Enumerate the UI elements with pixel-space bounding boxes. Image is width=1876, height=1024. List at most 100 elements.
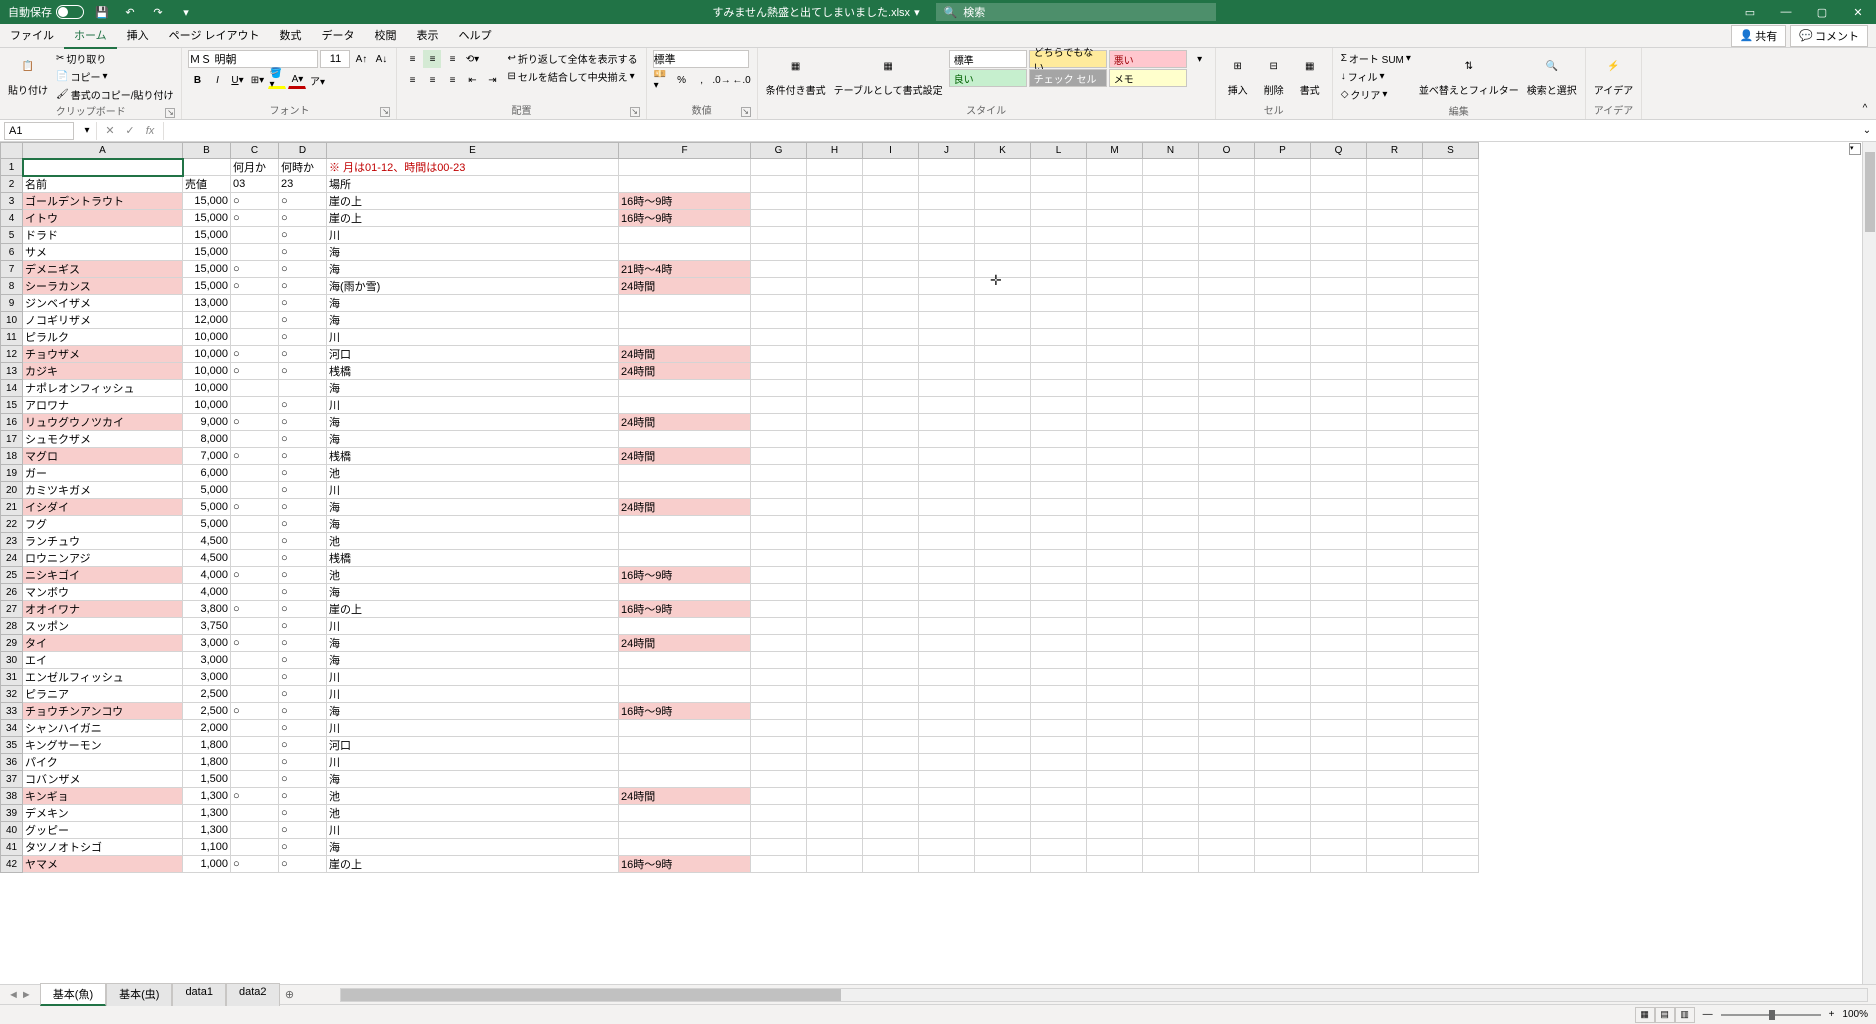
row-header-20[interactable]: 20 — [1, 482, 23, 499]
col-header-A[interactable]: A — [23, 143, 183, 159]
cell-S3[interactable] — [1423, 193, 1479, 210]
cell-C41[interactable] — [231, 839, 279, 856]
cell-F32[interactable] — [619, 686, 751, 703]
cell-S32[interactable] — [1423, 686, 1479, 703]
clear-button[interactable]: ◇クリア▾ — [1339, 86, 1413, 103]
close-icon[interactable]: ✕ — [1840, 0, 1876, 24]
cell-S10[interactable] — [1423, 312, 1479, 329]
redo-icon[interactable]: ↷ — [148, 2, 168, 22]
cell-E27[interactable]: 崖の上 — [327, 601, 619, 618]
cell-J41[interactable] — [919, 839, 975, 856]
cell-I25[interactable] — [863, 567, 919, 584]
cell-O25[interactable] — [1199, 567, 1255, 584]
cell-B3[interactable]: 15,000 — [183, 193, 231, 210]
cell-O14[interactable] — [1199, 380, 1255, 397]
cell-K10[interactable] — [975, 312, 1031, 329]
cell-F12[interactable]: 24時間 — [619, 346, 751, 363]
cell-K38[interactable] — [975, 788, 1031, 805]
cell-A19[interactable]: ガー — [23, 465, 183, 482]
cell-M29[interactable] — [1087, 635, 1143, 652]
align-right-button[interactable]: ≡ — [443, 71, 461, 89]
comma-button[interactable]: , — [693, 71, 711, 89]
cell-A37[interactable]: コバンザメ — [23, 771, 183, 788]
cell-C32[interactable] — [231, 686, 279, 703]
cell-J35[interactable] — [919, 737, 975, 754]
cell-E34[interactable]: 川 — [327, 720, 619, 737]
number-format-select[interactable] — [653, 50, 749, 68]
cell-Q9[interactable] — [1311, 295, 1367, 312]
cell-P32[interactable] — [1255, 686, 1311, 703]
cell-S38[interactable] — [1423, 788, 1479, 805]
cell-D1[interactable]: 何時か — [279, 159, 327, 176]
cell-M26[interactable] — [1087, 584, 1143, 601]
zoom-out-button[interactable]: — — [1703, 1009, 1713, 1020]
cell-M37[interactable] — [1087, 771, 1143, 788]
cell-J20[interactable] — [919, 482, 975, 499]
cell-B21[interactable]: 5,000 — [183, 499, 231, 516]
conditional-format-button[interactable]: ▦条件付き書式 — [764, 50, 828, 99]
cell-J17[interactable] — [919, 431, 975, 448]
cell-G19[interactable] — [751, 465, 807, 482]
cell-F42[interactable]: 16時～9時 — [619, 856, 751, 873]
cell-D5[interactable]: ○ — [279, 227, 327, 244]
cell-C22[interactable] — [231, 516, 279, 533]
cell-F16[interactable]: 24時間 — [619, 414, 751, 431]
cell-C25[interactable]: ○ — [231, 567, 279, 584]
cell-F25[interactable]: 16時～9時 — [619, 567, 751, 584]
cell-B31[interactable]: 3,000 — [183, 669, 231, 686]
cell-F26[interactable] — [619, 584, 751, 601]
namebox-dropdown-icon[interactable]: ▾ — [78, 122, 96, 140]
cell-O6[interactable] — [1199, 244, 1255, 261]
cell-O42[interactable] — [1199, 856, 1255, 873]
col-header-J[interactable]: J — [919, 143, 975, 159]
cell-L9[interactable] — [1031, 295, 1087, 312]
cell-L41[interactable] — [1031, 839, 1087, 856]
cell-B28[interactable]: 3,750 — [183, 618, 231, 635]
cell-O21[interactable] — [1199, 499, 1255, 516]
cell-S6[interactable] — [1423, 244, 1479, 261]
cell-S11[interactable] — [1423, 329, 1479, 346]
name-box[interactable] — [4, 122, 74, 140]
cell-Q32[interactable] — [1311, 686, 1367, 703]
cell-K42[interactable] — [975, 856, 1031, 873]
cell-G4[interactable] — [751, 210, 807, 227]
cell-D28[interactable]: ○ — [279, 618, 327, 635]
cell-E32[interactable]: 川 — [327, 686, 619, 703]
cell-S12[interactable] — [1423, 346, 1479, 363]
cell-P27[interactable] — [1255, 601, 1311, 618]
cell-N28[interactable] — [1143, 618, 1199, 635]
cell-O23[interactable] — [1199, 533, 1255, 550]
style-good[interactable]: 良い — [949, 69, 1027, 87]
cell-B4[interactable]: 15,000 — [183, 210, 231, 227]
cell-J9[interactable] — [919, 295, 975, 312]
cell-M6[interactable] — [1087, 244, 1143, 261]
cell-G37[interactable] — [751, 771, 807, 788]
cell-Q8[interactable] — [1311, 278, 1367, 295]
cell-J5[interactable] — [919, 227, 975, 244]
cell-M22[interactable] — [1087, 516, 1143, 533]
align-top-button[interactable]: ≡ — [403, 50, 421, 68]
cell-L39[interactable] — [1031, 805, 1087, 822]
cell-O12[interactable] — [1199, 346, 1255, 363]
border-button[interactable]: ⊞▾ — [248, 71, 266, 89]
comment-button[interactable]: 💬コメント — [1790, 25, 1868, 47]
cell-B7[interactable]: 15,000 — [183, 261, 231, 278]
cell-P25[interactable] — [1255, 567, 1311, 584]
cell-N20[interactable] — [1143, 482, 1199, 499]
cell-K40[interactable] — [975, 822, 1031, 839]
cell-M17[interactable] — [1087, 431, 1143, 448]
dialog-launcher-icon[interactable]: ↘ — [741, 107, 751, 117]
cell-M32[interactable] — [1087, 686, 1143, 703]
cell-J12[interactable] — [919, 346, 975, 363]
cell-K35[interactable] — [975, 737, 1031, 754]
cell-F35[interactable] — [619, 737, 751, 754]
cell-L29[interactable] — [1031, 635, 1087, 652]
cell-I24[interactable] — [863, 550, 919, 567]
cell-E20[interactable]: 川 — [327, 482, 619, 499]
row-header-36[interactable]: 36 — [1, 754, 23, 771]
cell-M21[interactable] — [1087, 499, 1143, 516]
cell-B14[interactable]: 10,000 — [183, 380, 231, 397]
cell-H41[interactable] — [807, 839, 863, 856]
cell-C5[interactable] — [231, 227, 279, 244]
row-header-7[interactable]: 7 — [1, 261, 23, 278]
